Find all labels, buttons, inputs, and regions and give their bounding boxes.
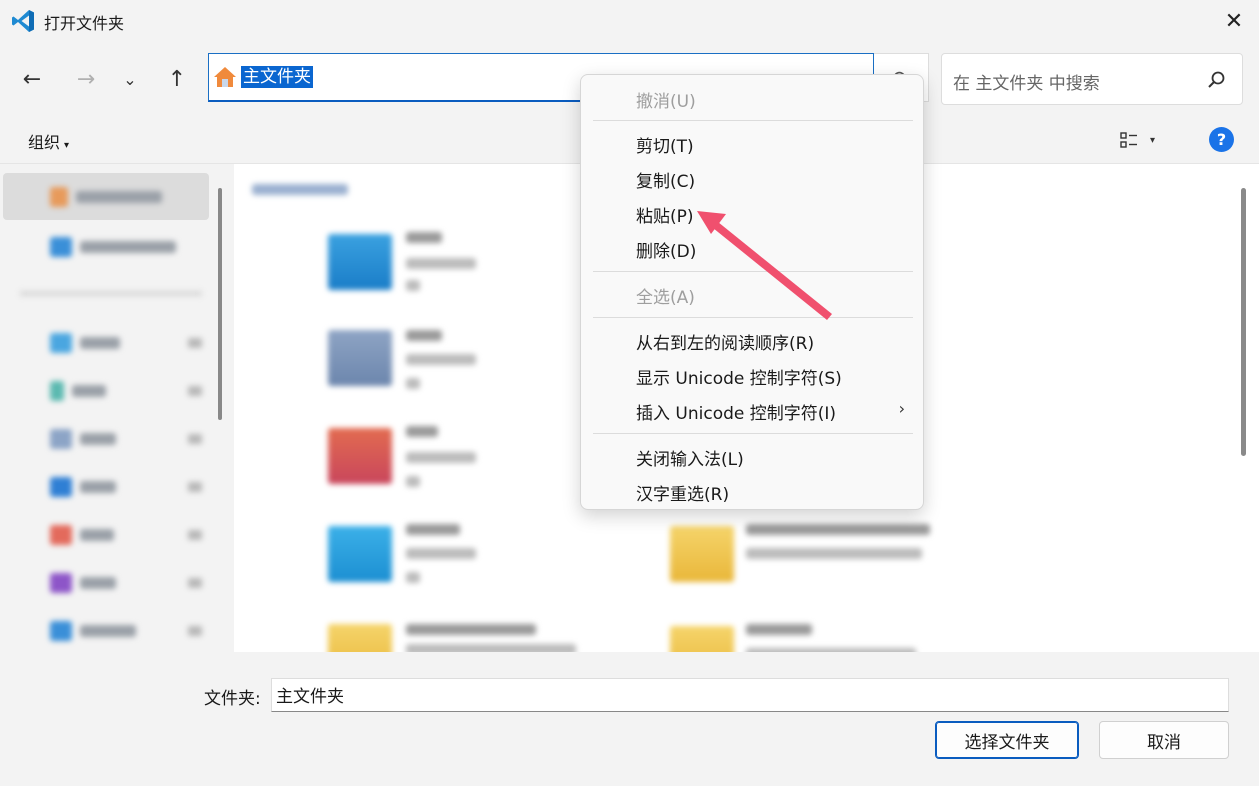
nav-item[interactable] [50,186,162,208]
menu-item-show-unicode-control[interactable]: 显示 Unicode 控制字符(S) [636,364,842,389]
menu-item-select-all[interactable]: 全选(A) [636,283,695,308]
view-layout-icon [1120,132,1137,148]
context-menu: 撤消(U) 剪切(T) 复制(C) 粘贴(P) 删除(D) 全选(A) 从右到左… [580,74,924,510]
menu-separator [593,120,913,121]
menu-separator [593,433,913,434]
nav-item[interactable] [50,620,136,642]
search-box[interactable]: 在 主文件夹 中搜索 [941,53,1243,105]
menu-item-paste[interactable]: 粘贴(P) [636,202,694,227]
menu-item-insert-unicode-control[interactable]: 插入 Unicode 控制字符(I) [636,399,836,424]
nav-item[interactable] [50,332,120,354]
back-button[interactable]: ← [16,63,48,95]
nav-item[interactable] [50,476,116,498]
nav-item[interactable] [50,572,116,594]
file-list-scrollbar[interactable] [1241,188,1246,456]
title-bar: 打开文件夹 ✕ [0,0,1259,42]
footer: 文件夹: 主文件夹 选择文件夹 取消 [0,652,1259,786]
menu-item-rtl-reading-order[interactable]: 从右到左的阅读顺序(R) [636,329,814,354]
menu-item-delete[interactable]: 删除(D) [636,237,696,262]
menu-separator [593,317,913,318]
select-folder-button[interactable]: 选择文件夹 [935,721,1079,759]
menu-separator [593,271,913,272]
chevron-down-icon: ▾ [64,140,70,151]
close-button[interactable]: ✕ [1219,6,1249,36]
menu-item-reconversion[interactable]: 汉字重选(R) [636,480,729,505]
forward-button[interactable]: → [70,63,102,95]
vscode-icon [12,10,34,32]
menu-item-copy[interactable]: 复制(C) [636,167,695,192]
help-button[interactable]: ? [1209,127,1234,152]
organize-menu[interactable]: 组织 ▾ [28,129,69,153]
nav-pane-scrollbar[interactable] [218,188,222,420]
menu-item-close-ime[interactable]: 关闭输入法(L) [636,445,744,470]
address-text[interactable]: 主文件夹 [241,66,313,88]
nav-item[interactable] [50,428,116,450]
nav-item[interactable] [50,380,106,402]
menu-item-undo[interactable]: 撤消(U) [636,87,696,112]
home-icon [214,67,236,87]
chevron-right-icon: › [898,399,905,418]
window-title: 打开文件夹 [44,14,125,33]
cancel-button[interactable]: 取消 [1099,721,1229,759]
folder-label: 文件夹: [204,689,261,709]
up-button[interactable]: ↑ [161,63,193,95]
view-options-button[interactable]: ▾ [1120,126,1170,154]
nav-item[interactable] [50,524,114,546]
recent-locations-button[interactable]: ⌄ [114,63,146,95]
navigation-pane[interactable] [0,164,222,652]
organize-label: 组织 [28,133,61,152]
search-icon[interactable] [1206,70,1226,90]
chevron-down-icon: ▾ [1150,134,1156,146]
folder-name-input[interactable]: 主文件夹 [271,678,1229,712]
search-placeholder: 在 主文件夹 中搜索 [953,74,1100,94]
nav-item[interactable] [50,236,176,258]
menu-item-cut[interactable]: 剪切(T) [636,132,694,157]
